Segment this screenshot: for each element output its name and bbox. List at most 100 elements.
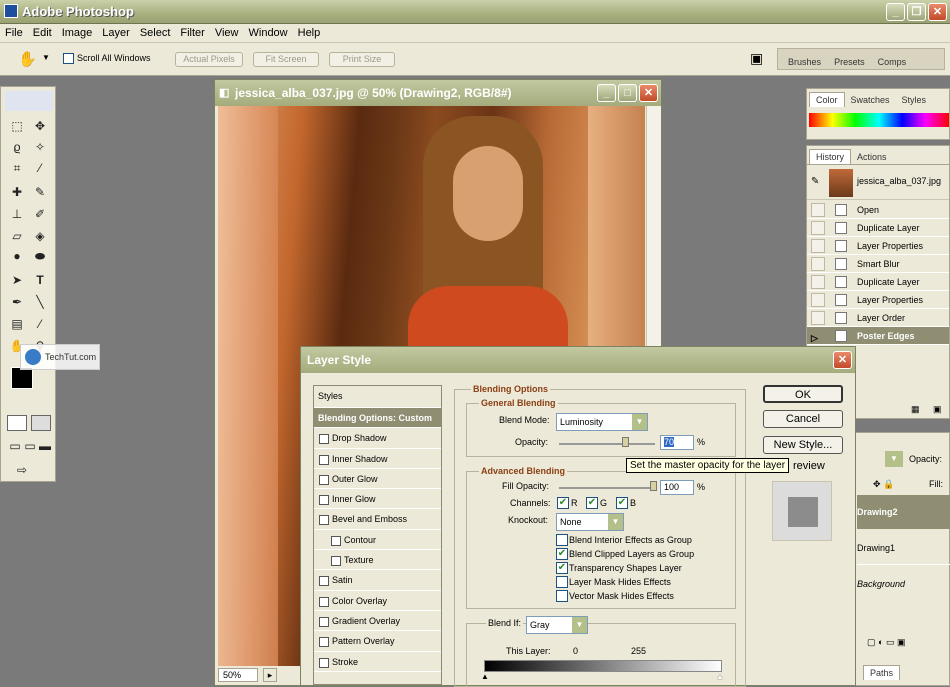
color-ramp[interactable] bbox=[809, 113, 949, 127]
pen-tool-icon[interactable]: ✒ bbox=[8, 293, 26, 311]
menu-file[interactable]: File bbox=[0, 24, 28, 42]
menu-select[interactable]: Select bbox=[135, 24, 176, 42]
fill-opacity-slider-thumb[interactable] bbox=[650, 481, 657, 491]
style-row-stroke[interactable]: Stroke bbox=[314, 652, 441, 672]
quick-mask-icon[interactable] bbox=[31, 415, 51, 431]
history-item[interactable]: Duplicate Layer bbox=[807, 219, 949, 237]
fill-opacity-slider-track[interactable] bbox=[559, 487, 655, 489]
tab-swatches[interactable]: Swatches bbox=[845, 93, 896, 107]
history-brush-icon[interactable]: ✐ bbox=[31, 205, 49, 223]
advanced-option-checkbox[interactable] bbox=[556, 576, 568, 588]
style-row-outer-glow[interactable]: Outer Glow bbox=[314, 469, 441, 490]
ok-button[interactable]: OK bbox=[763, 385, 843, 403]
style-row-blending-options-custom[interactable]: Blending Options: Custom bbox=[314, 408, 441, 429]
minimize-button[interactable]: _ bbox=[886, 3, 905, 21]
dialog-close-button[interactable]: ✕ bbox=[833, 351, 852, 369]
scroll-all-checkbox[interactable] bbox=[63, 53, 74, 64]
menu-edit[interactable]: Edit bbox=[28, 24, 57, 42]
new-snapshot-icon[interactable]: ▣ bbox=[933, 404, 942, 415]
opacity-slider-track[interactable] bbox=[559, 443, 655, 445]
new-style-button[interactable]: New Style... bbox=[763, 436, 843, 454]
black-slider-triangle-icon[interactable]: ▲ bbox=[481, 672, 489, 681]
style-checkbox[interactable] bbox=[319, 616, 329, 627]
style-row-bevel-and-emboss[interactable]: Bevel and Emboss bbox=[314, 509, 441, 530]
tab-paths[interactable]: Paths bbox=[863, 665, 901, 680]
history-item[interactable]: Layer Properties bbox=[807, 237, 949, 255]
menu-image[interactable]: Image bbox=[57, 24, 98, 42]
layer-row-background[interactable]: Background bbox=[857, 567, 950, 601]
style-checkbox[interactable] bbox=[331, 556, 341, 567]
screen-mode-full-icon[interactable]: ▬ bbox=[36, 437, 54, 455]
blur-tool-icon[interactable]: ● bbox=[8, 247, 26, 265]
opacity-input[interactable]: 70 bbox=[660, 435, 694, 450]
hand-tool-icon[interactable]: ✋ bbox=[18, 50, 37, 68]
history-item[interactable]: Layer Order bbox=[807, 309, 949, 327]
new-document-icon[interactable]: ▦ bbox=[911, 404, 920, 415]
tab-brushes[interactable]: Brushes bbox=[788, 57, 821, 67]
line-tool-icon[interactable]: ╲ bbox=[31, 293, 49, 311]
style-row-pattern-overlay[interactable]: Pattern Overlay bbox=[314, 631, 441, 652]
brush-tool-icon[interactable]: ✎ bbox=[31, 183, 49, 201]
style-checkbox[interactable] bbox=[319, 637, 329, 648]
style-row-contour[interactable]: Contour bbox=[314, 530, 441, 551]
style-checkbox[interactable] bbox=[331, 535, 341, 546]
menu-window[interactable]: Window bbox=[244, 24, 293, 42]
close-button[interactable]: ✕ bbox=[928, 3, 947, 21]
healing-brush-icon[interactable]: ✚ bbox=[8, 183, 26, 201]
dodge-tool-icon[interactable]: ⬬ bbox=[31, 247, 49, 265]
crop-tool-icon[interactable]: ⌗ bbox=[8, 159, 26, 177]
this-layer-gradient[interactable] bbox=[484, 660, 722, 672]
path-select-icon[interactable]: ➤ bbox=[8, 271, 26, 289]
style-row-satin[interactable]: Satin bbox=[314, 570, 441, 591]
style-checkbox[interactable] bbox=[319, 576, 329, 587]
style-row-drop-shadow[interactable]: Drop Shadow bbox=[314, 428, 441, 449]
jump-to-imageready-icon[interactable]: ⇨ bbox=[13, 461, 31, 479]
doc-minimize-button[interactable]: _ bbox=[597, 84, 616, 102]
white-slider-triangle-icon[interactable]: ▲ bbox=[716, 672, 724, 681]
style-row-texture[interactable]: Texture bbox=[314, 550, 441, 571]
status-menu-icon[interactable]: ▸ bbox=[263, 668, 277, 682]
style-row-gradient-overlay[interactable]: Gradient Overlay bbox=[314, 611, 441, 632]
style-checkbox[interactable] bbox=[319, 434, 329, 445]
menu-filter[interactable]: Filter bbox=[175, 24, 209, 42]
blend-if-select[interactable]: Gray ▼ bbox=[526, 616, 588, 634]
doc-close-button[interactable]: ✕ bbox=[639, 84, 658, 102]
channel-g-checkbox[interactable]: ✔ bbox=[586, 497, 598, 509]
eraser-tool-icon[interactable]: ▱ bbox=[8, 227, 26, 245]
style-checkbox[interactable] bbox=[319, 474, 329, 485]
marquee-tool-icon[interactable]: ⬚ bbox=[8, 117, 26, 135]
doc-maximize-button[interactable]: □ bbox=[618, 84, 637, 102]
style-checkbox[interactable] bbox=[319, 657, 329, 668]
cancel-button[interactable]: Cancel bbox=[763, 410, 843, 428]
fill-opacity-input[interactable]: 100 bbox=[660, 480, 694, 495]
tab-presets[interactable]: Presets bbox=[834, 57, 865, 67]
history-item[interactable]: Duplicate Layer bbox=[807, 273, 949, 291]
menu-help[interactable]: Help bbox=[293, 24, 326, 42]
channel-r-checkbox[interactable]: ✔ bbox=[557, 497, 569, 509]
style-checkbox[interactable] bbox=[319, 596, 329, 607]
brush-source-icon[interactable]: ✎ bbox=[811, 176, 819, 187]
slice-tool-icon[interactable]: ⁄ bbox=[31, 159, 49, 177]
tab-styles[interactable]: Styles bbox=[896, 93, 933, 107]
type-tool-icon[interactable]: T bbox=[31, 271, 49, 289]
bucket-tool-icon[interactable]: ◈ bbox=[31, 227, 49, 245]
history-item[interactable]: Open bbox=[807, 201, 949, 219]
stamp-tool-icon[interactable]: ⊥ bbox=[8, 205, 26, 223]
fit-screen-button[interactable]: Fit Screen bbox=[253, 52, 319, 67]
advanced-option-checkbox[interactable] bbox=[556, 534, 568, 546]
file-browser-icon[interactable]: ▣ bbox=[750, 50, 763, 67]
opacity-slider-thumb[interactable] bbox=[622, 437, 630, 447]
style-checkbox[interactable] bbox=[319, 495, 329, 506]
history-snapshot[interactable]: ✎ jessica_alba_037.jpg bbox=[807, 166, 949, 200]
advanced-option-checkbox[interactable] bbox=[556, 590, 568, 602]
tab-history[interactable]: History bbox=[809, 149, 852, 164]
restore-button[interactable]: ❐ bbox=[907, 3, 926, 21]
advanced-option-checkbox[interactable]: ✔ bbox=[556, 548, 568, 560]
lock-icons[interactable]: ✥ 🔒 bbox=[873, 479, 894, 490]
move-tool-icon[interactable]: ✥ bbox=[31, 117, 49, 135]
style-row-inner-glow[interactable]: Inner Glow bbox=[314, 489, 441, 510]
history-item-current[interactable]: ▷ Poster Edges bbox=[807, 327, 949, 345]
history-item[interactable]: Layer Properties bbox=[807, 291, 949, 309]
chevron-down-icon[interactable]: ▼ bbox=[42, 53, 50, 62]
chevron-down-icon[interactable]: ▼ bbox=[885, 451, 903, 467]
